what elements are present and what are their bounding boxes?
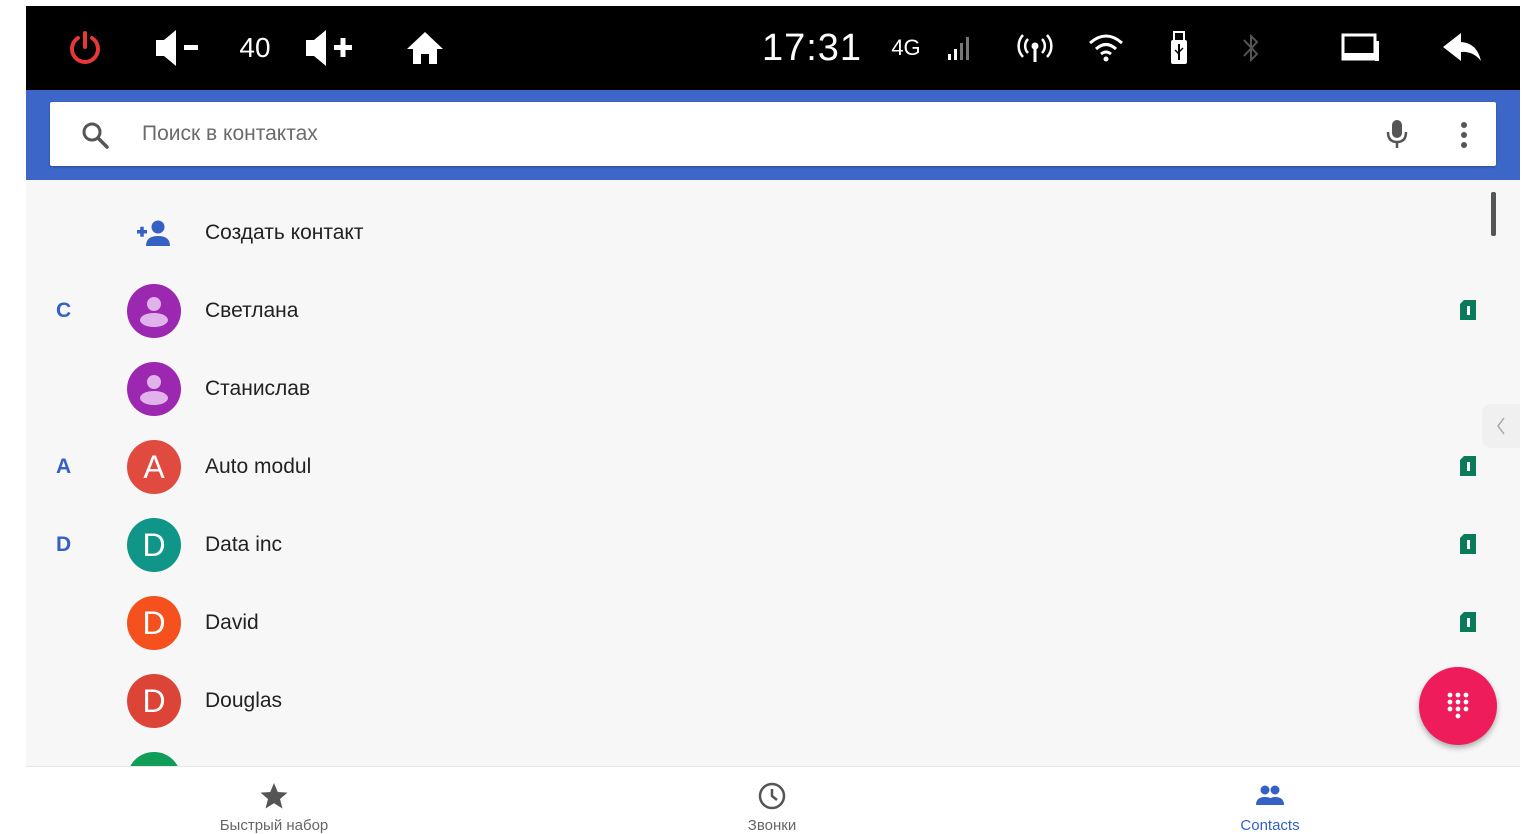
list-item[interactable]: D Douglas (26, 662, 1520, 740)
volume-down-icon[interactable] (150, 6, 210, 90)
home-icon[interactable] (404, 6, 446, 90)
contact-name: David (205, 611, 259, 634)
app-header (26, 90, 1520, 180)
avatar-letter: D (142, 683, 166, 719)
side-panel-handle-icon[interactable] (1482, 404, 1520, 448)
star-icon (260, 783, 288, 809)
contact-name: Станислав (205, 377, 311, 400)
avatar-letter: A (143, 449, 165, 485)
phone-screen: 40 17:31 4G Поиск в контактах Создать ко… (26, 6, 1520, 834)
search-icon[interactable] (80, 120, 110, 150)
hotspot-icon (1014, 6, 1056, 90)
list-item-partial[interactable] (26, 740, 1520, 766)
search-bar[interactable] (50, 102, 1496, 166)
contact-name: Douglas (205, 689, 283, 712)
avatar: D (127, 518, 181, 572)
person-icon (140, 297, 168, 327)
tab-label: Contacts (1240, 817, 1300, 834)
dialpad-icon (1447, 692, 1469, 719)
network-type: 4G (891, 35, 921, 60)
bottom-navigation: Быстрый набор Звонки Contacts (26, 766, 1520, 834)
avatar (127, 362, 181, 416)
create-contact-row[interactable]: Создать контакт (26, 194, 1520, 272)
section-letter: С (56, 299, 72, 322)
mic-icon[interactable] (1382, 118, 1412, 150)
section-letter: A (56, 455, 72, 478)
search-input[interactable] (142, 102, 1342, 166)
status-bar: 40 17:31 4G (26, 6, 1520, 90)
person-icon (140, 375, 168, 405)
tab-speed-dial[interactable]: Быстрый набор (164, 767, 384, 834)
bluetooth-icon (1236, 6, 1266, 90)
usb-icon (1164, 6, 1194, 90)
people-icon (1256, 785, 1284, 805)
avatar: D (127, 674, 181, 728)
sim-icon (1460, 612, 1476, 632)
volume-level: 40 (239, 32, 271, 63)
contact-name: Auto modul (205, 455, 312, 478)
section-letter: D (56, 533, 72, 556)
list-item[interactable]: С Светлана (26, 272, 1520, 350)
tab-calls[interactable]: Звонки (662, 767, 882, 834)
avatar-letter: D (142, 527, 166, 563)
power-icon[interactable] (62, 6, 108, 90)
contact-list[interactable]: Создать контакт С Светлана Станислав A A… (26, 180, 1520, 766)
clock-time: 17:31 (761, 26, 863, 69)
volume-up-icon[interactable] (300, 6, 360, 90)
back-icon[interactable] (1440, 6, 1484, 90)
signal-icon (944, 6, 978, 90)
list-item[interactable]: Станислав (26, 350, 1520, 428)
contact-name: Data inc (205, 533, 283, 556)
avatar: D (127, 596, 181, 650)
contact-name: Светлана (205, 299, 299, 322)
sim-icon (1460, 300, 1476, 320)
list-item[interactable]: A A Auto modul (26, 428, 1520, 506)
sim-icon (1460, 534, 1476, 554)
avatar (127, 752, 181, 766)
avatar (127, 284, 181, 338)
tab-label: Звонки (747, 817, 797, 834)
sim-icon (1460, 456, 1476, 476)
window-icon[interactable] (1338, 6, 1382, 90)
clock-icon (758, 782, 786, 810)
tab-label: Быстрый набор (219, 817, 329, 834)
add-person-icon (137, 220, 170, 246)
more-options-icon[interactable] (1452, 120, 1476, 150)
wifi-icon (1086, 6, 1126, 90)
dialpad-button[interactable] (1419, 667, 1497, 745)
avatar-letter: D (142, 605, 166, 641)
scrollbar[interactable] (1491, 192, 1496, 236)
avatar: A (127, 440, 181, 494)
tab-contacts[interactable]: Contacts (1160, 767, 1380, 834)
list-item[interactable]: D David (26, 584, 1520, 662)
list-item[interactable]: D D Data inc (26, 506, 1520, 584)
create-contact-label: Создать контакт (205, 221, 364, 244)
